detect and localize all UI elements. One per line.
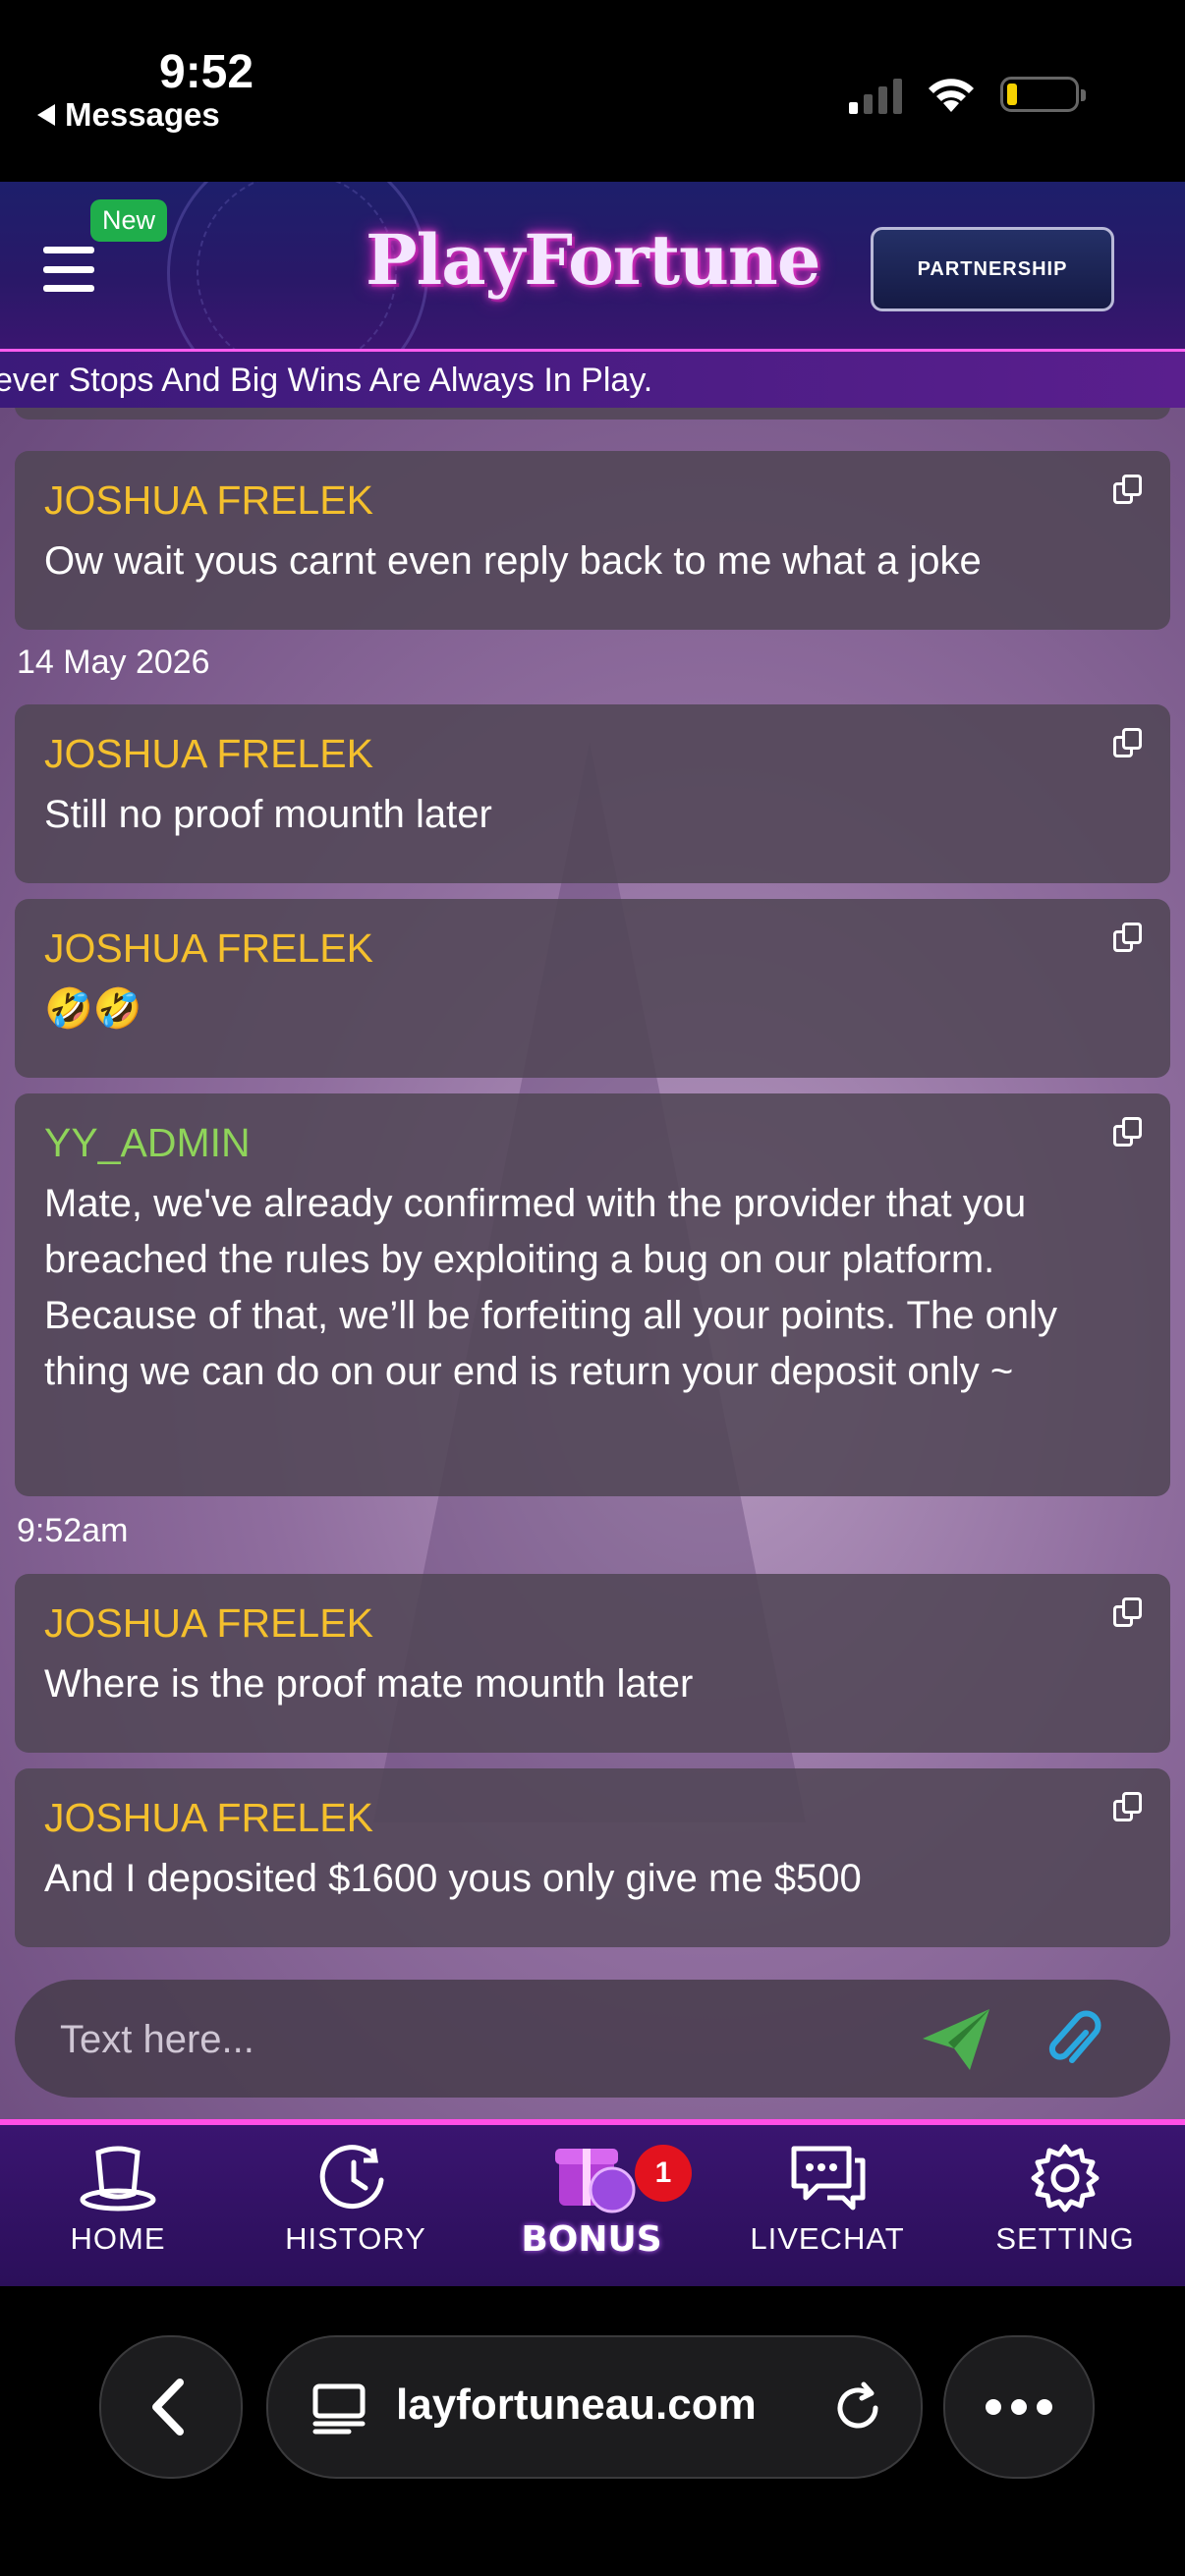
message-composer — [15, 1980, 1170, 2098]
copy-icon[interactable] — [1113, 475, 1143, 506]
copy-icon[interactable] — [1113, 1792, 1143, 1823]
top-hat-icon — [80, 2146, 156, 2212]
nav-label: HISTORY — [285, 2221, 426, 2256]
playfortune-logo[interactable]: PlayFortune — [366, 219, 820, 301]
bonus-count-badge: 1 — [635, 2145, 692, 2202]
message-text: Where is the proof mate mounth later — [44, 1662, 694, 1706]
message-text: And I deposited $1600 yous only give me … — [44, 1857, 862, 1900]
partnership-badge[interactable]: PARTNERSHIP — [871, 227, 1114, 311]
bottom-navigation: HOME HISTORY BONUS 1 LIVECHAT SETTING — [0, 2119, 1185, 2286]
history-clock-icon — [319, 2145, 384, 2210]
nav-label: HOME — [70, 2221, 166, 2256]
nav-label: LIVECHAT — [750, 2221, 905, 2256]
nav-setting[interactable]: SETTING — [967, 2143, 1163, 2257]
chat-message: JOSHUA FRELEK Where is the proof mate mo… — [15, 1574, 1170, 1753]
more-dots-icon — [986, 2399, 1052, 2415]
chat-message: JOSHUA FRELEK Ow wait yous carnt even re… — [15, 451, 1170, 630]
back-to-messages[interactable]: Messages — [37, 96, 220, 134]
message-text: Mate, we've already confirmed with the p… — [44, 1182, 1057, 1393]
sender-name: JOSHUA FRELEK — [44, 731, 373, 776]
nav-livechat[interactable]: LIVECHAT — [729, 2143, 926, 2257]
browser-back-button[interactable] — [99, 2335, 243, 2479]
chat-message: JOSHUA FRELEK 🤣🤣 — [15, 899, 1170, 1078]
send-icon[interactable] — [919, 2005, 993, 2074]
site-header: New PlayFortune PARTNERSHIP — [0, 182, 1185, 349]
message-text: 🤣🤣 — [44, 987, 142, 1031]
sender-name: JOSHUA FRELEK — [44, 477, 373, 523]
sender-name: JOSHUA FRELEK — [44, 1600, 373, 1646]
back-app-label: Messages — [65, 96, 220, 133]
browser-toolbar: layfortuneau.com — [0, 2286, 1185, 2576]
hamburger-menu-button[interactable] — [43, 247, 94, 292]
reload-icon[interactable] — [828, 2379, 887, 2437]
copy-icon[interactable] — [1113, 1597, 1143, 1629]
status-bar: 9:52 Messages — [0, 0, 1185, 182]
chat-bubbles-icon — [791, 2146, 866, 2211]
url-text: layfortuneau.com — [396, 2380, 757, 2429]
sender-name: JOSHUA FRELEK — [44, 925, 373, 971]
sender-name: JOSHUA FRELEK — [44, 1795, 373, 1840]
date-separator: 14 May 2026 — [17, 644, 210, 681]
gift-icon — [555, 2149, 636, 2213]
attachment-icon[interactable] — [1043, 2003, 1101, 2074]
address-bar[interactable]: layfortuneau.com — [266, 2335, 923, 2479]
announcement-marquee: ever Stops And Big Wins Are Always In Pl… — [0, 349, 1185, 411]
nav-home[interactable]: HOME — [20, 2143, 216, 2257]
nav-history[interactable]: HISTORY — [257, 2143, 454, 2257]
marquee-text: ever Stops And Big Wins Are Always In Pl… — [0, 362, 653, 399]
copy-icon[interactable] — [1113, 728, 1143, 759]
wifi-icon — [929, 79, 974, 112]
previous-message-stub — [15, 408, 1170, 420]
new-badge: New — [90, 199, 168, 242]
gear-icon — [1031, 2144, 1100, 2212]
chat-area[interactable]: JOSHUA FRELEK Ow wait yous carnt even re… — [0, 408, 1185, 2119]
message-input[interactable] — [58, 2007, 887, 2072]
chat-message: JOSHUA FRELEK Still no proof mounth late… — [15, 704, 1170, 883]
cellular-signal-icon — [849, 79, 902, 114]
nav-label: BONUS — [521, 2219, 662, 2260]
copy-icon[interactable] — [1113, 923, 1143, 954]
chat-message-admin: YY_ADMIN Mate, we've already confirmed w… — [15, 1093, 1170, 1496]
time-separator: 9:52am — [17, 1512, 129, 1549]
nav-label: SETTING — [995, 2221, 1135, 2256]
status-time: 9:52 — [159, 46, 254, 98]
sender-name: YY_ADMIN — [44, 1120, 251, 1165]
chat-message: JOSHUA FRELEK And I deposited $1600 yous… — [15, 1768, 1170, 1947]
copy-icon[interactable] — [1113, 1117, 1143, 1148]
tab-overview-icon — [312, 2383, 366, 2435]
chevron-left-icon — [152, 2379, 184, 2436]
more-options-button[interactable] — [943, 2335, 1095, 2479]
back-triangle-icon — [37, 104, 55, 126]
message-text: Ow wait yous carnt even reply back to me… — [44, 539, 982, 583]
battery-icon — [1000, 77, 1086, 112]
message-text: Still no proof mounth later — [44, 793, 492, 836]
partnership-label: PARTNERSHIP — [917, 257, 1068, 280]
